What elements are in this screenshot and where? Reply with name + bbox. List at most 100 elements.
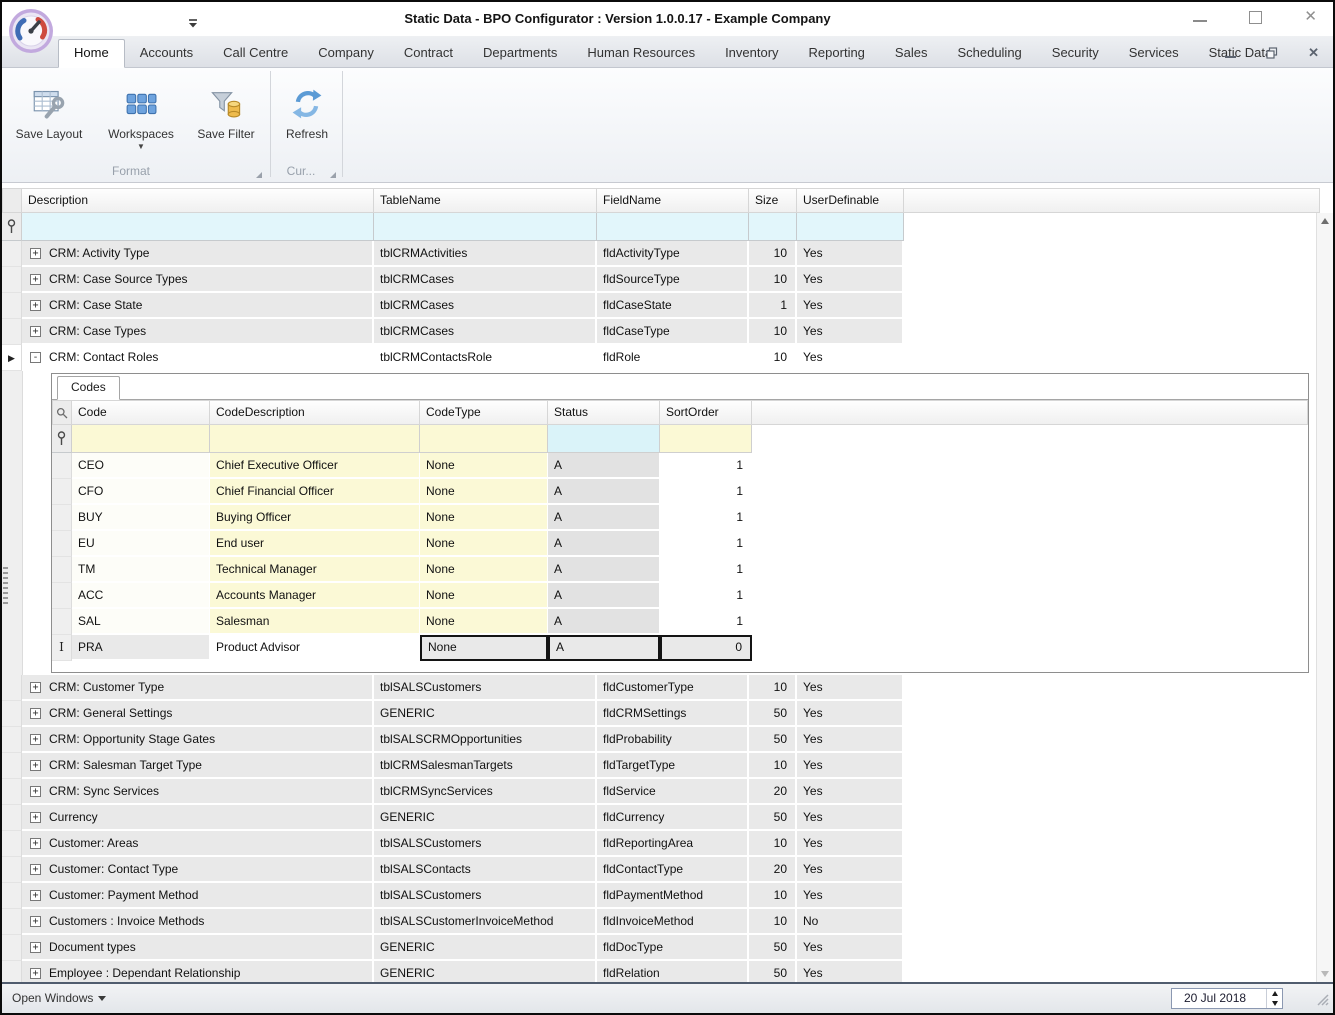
table-row[interactable]: +CRM: General SettingsGENERICfldCRMSetti… bbox=[2, 701, 1317, 727]
table-row[interactable]: +CRM: Case StatetblCRMCasesfldCaseState1… bbox=[2, 293, 1317, 319]
expand-icon[interactable]: + bbox=[30, 760, 41, 771]
expand-icon[interactable]: + bbox=[30, 916, 41, 927]
grid-filter-cell[interactable] bbox=[797, 213, 904, 241]
table-row[interactable]: +CRM: Case TypestblCRMCasesfldCaseType10… bbox=[2, 319, 1317, 345]
expand-icon[interactable]: + bbox=[30, 734, 41, 745]
resize-grip[interactable] bbox=[1315, 992, 1329, 1009]
save-filter-button[interactable]: Save Filter bbox=[188, 76, 264, 141]
detail-filter-cell[interactable] bbox=[72, 425, 210, 453]
detail-column-header-codedescription[interactable]: CodeDescription bbox=[210, 400, 420, 425]
date-picker[interactable]: 20 Jul 2018 bbox=[1171, 988, 1283, 1009]
ribbon-tab-contract[interactable]: Contract bbox=[389, 39, 468, 67]
table-row[interactable]: +Customer: Payment MethodtblSALSCustomer… bbox=[2, 883, 1317, 909]
table-row[interactable]: +CRM: Customer TypetblSALSCustomersfldCu… bbox=[2, 675, 1317, 701]
workspaces-button[interactable]: Workspaces ▼ bbox=[98, 76, 184, 151]
save-layout-button[interactable]: Save Layout bbox=[6, 76, 92, 141]
mdi-close-icon[interactable]: ✕ bbox=[1308, 45, 1319, 61]
detail-row[interactable]: CEOChief Executive OfficerNoneA1 bbox=[52, 453, 1308, 479]
vertical-scrollbar[interactable] bbox=[1316, 213, 1333, 982]
mdi-restore-icon[interactable] bbox=[1266, 47, 1278, 59]
table-row[interactable]: +Customer: Contact TypetblSALSContactsfl… bbox=[2, 857, 1317, 883]
detail-row[interactable]: EUEnd userNoneA1 bbox=[52, 531, 1308, 557]
table-row[interactable]: +CRM: Sync ServicestblCRMSyncServicesfld… bbox=[2, 779, 1317, 805]
mdi-minimize-icon[interactable] bbox=[1225, 56, 1236, 58]
grid-filter-cell[interactable] bbox=[597, 213, 749, 241]
expand-icon[interactable]: + bbox=[30, 838, 41, 849]
expand-icon[interactable]: + bbox=[30, 248, 41, 259]
ribbon-tab-reporting[interactable]: Reporting bbox=[794, 39, 880, 67]
spinner-up-icon[interactable] bbox=[1272, 991, 1278, 996]
detail-row[interactable]: ACCAccounts ManagerNoneA1 bbox=[52, 583, 1308, 609]
maximize-button-icon[interactable] bbox=[1249, 11, 1262, 24]
scroll-down-icon[interactable] bbox=[1321, 971, 1329, 977]
detail-row[interactable]: TMTechnical ManagerNoneA1 bbox=[52, 557, 1308, 583]
ribbon-tab-company[interactable]: Company bbox=[303, 39, 389, 67]
ribbon-tab-departments[interactable]: Departments bbox=[468, 39, 572, 67]
minimize-button-icon[interactable] bbox=[1193, 20, 1207, 22]
expand-icon[interactable]: + bbox=[30, 890, 41, 901]
cur-dialog-launcher-icon[interactable] bbox=[328, 166, 337, 184]
expand-icon[interactable]: + bbox=[30, 786, 41, 797]
expand-icon[interactable]: + bbox=[30, 300, 41, 311]
detail-column-header-code[interactable]: Code bbox=[72, 400, 210, 425]
expand-icon[interactable]: + bbox=[30, 274, 41, 285]
open-windows-button[interactable]: Open Windows bbox=[12, 991, 106, 1005]
detail-filter-cell[interactable] bbox=[548, 425, 660, 453]
ribbon-tab-accounts[interactable]: Accounts bbox=[125, 39, 208, 67]
grid-filter-cell[interactable] bbox=[22, 213, 374, 241]
ribbon-tab-call-centre[interactable]: Call Centre bbox=[208, 39, 303, 67]
detail-column-header-status[interactable]: Status bbox=[548, 400, 660, 425]
detail-column-header-sortorder[interactable]: SortOrder bbox=[660, 400, 752, 425]
ribbon-tab-security[interactable]: Security bbox=[1037, 39, 1114, 67]
detail-row[interactable]: CFOChief Financial OfficerNoneA1 bbox=[52, 479, 1308, 505]
detail-row[interactable]: BUYBuying OfficerNoneA1 bbox=[52, 505, 1308, 531]
grid-filter-cell[interactable] bbox=[374, 213, 597, 241]
expand-icon[interactable]: + bbox=[30, 942, 41, 953]
ribbon-tab-human-resources[interactable]: Human Resources bbox=[572, 39, 710, 67]
grid-column-header-tablename[interactable]: TableName bbox=[374, 188, 597, 213]
expand-icon[interactable]: + bbox=[30, 812, 41, 823]
detail-tab-codes[interactable]: Codes bbox=[57, 376, 120, 400]
detail-column-header-codetype[interactable]: CodeType bbox=[420, 400, 548, 425]
app-logo-icon[interactable] bbox=[8, 8, 54, 54]
ribbon-tab-inventory[interactable]: Inventory bbox=[710, 39, 793, 67]
close-button-icon[interactable]: ✕ bbox=[1304, 10, 1317, 24]
table-row[interactable]: +CRM: Case Source TypestblCRMCasesfldSou… bbox=[2, 267, 1317, 293]
expand-icon[interactable]: + bbox=[30, 968, 41, 979]
table-row[interactable]: +CRM: Activity TypetblCRMActivitiesfldAc… bbox=[2, 241, 1317, 267]
scroll-up-icon[interactable] bbox=[1321, 218, 1329, 224]
format-dialog-launcher-icon[interactable] bbox=[254, 166, 263, 184]
detail-row[interactable]: IPRAProduct AdvisorNoneA0 bbox=[52, 635, 1308, 661]
detail-filter-cell[interactable] bbox=[210, 425, 420, 453]
ribbon-tab-scheduling[interactable]: Scheduling bbox=[942, 39, 1036, 67]
detail-filter-cell[interactable] bbox=[660, 425, 752, 453]
grid-column-header-size[interactable]: Size bbox=[749, 188, 797, 213]
grid-column-header-description[interactable]: Description bbox=[22, 188, 374, 213]
table-row[interactable]: +Customer: AreastblSALSCustomersfldRepor… bbox=[2, 831, 1317, 857]
table-row[interactable]: +CRM: Opportunity Stage GatestblSALSCRMO… bbox=[2, 727, 1317, 753]
detail-row[interactable]: SALSalesmanNoneA1 bbox=[52, 609, 1308, 635]
ribbon-tab-services[interactable]: Services bbox=[1114, 39, 1194, 67]
expand-icon[interactable]: + bbox=[30, 326, 41, 337]
grid-column-header-userdefinable[interactable]: UserDefinable bbox=[797, 188, 904, 213]
spinner-down-icon[interactable] bbox=[1272, 1001, 1278, 1006]
expand-icon[interactable]: + bbox=[30, 708, 41, 719]
collapse-icon[interactable]: - bbox=[30, 352, 41, 363]
date-value[interactable]: 20 Jul 2018 bbox=[1172, 989, 1266, 1008]
table-row[interactable]: +Document typesGENERICfldDocType50Yes bbox=[2, 935, 1317, 961]
date-spinner[interactable] bbox=[1266, 989, 1282, 1008]
grid-filter-cell[interactable] bbox=[749, 213, 797, 241]
ribbon-tab-home[interactable]: Home bbox=[58, 39, 125, 68]
table-row[interactable]: +Customers : Invoice MethodstblSALSCusto… bbox=[2, 909, 1317, 935]
table-row[interactable]: +CurrencyGENERICfldCurrency50Yes bbox=[2, 805, 1317, 831]
detail-filter-cell[interactable] bbox=[420, 425, 548, 453]
splitter-grip[interactable] bbox=[3, 567, 8, 607]
expand-icon[interactable]: + bbox=[30, 682, 41, 693]
table-row[interactable]: +CRM: Salesman Target TypetblCRMSalesman… bbox=[2, 753, 1317, 779]
ribbon-tab-sales[interactable]: Sales bbox=[880, 39, 943, 67]
refresh-button[interactable]: Refresh bbox=[276, 76, 338, 141]
table-row[interactable]: +Employee : Dependant RelationshipGENERI… bbox=[2, 961, 1317, 982]
table-row[interactable]: ▶-CRM: Contact RolestblCRMContactsRolefl… bbox=[2, 345, 1317, 371]
expand-icon[interactable]: + bbox=[30, 864, 41, 875]
grid-column-header-fieldname[interactable]: FieldName bbox=[597, 188, 749, 213]
